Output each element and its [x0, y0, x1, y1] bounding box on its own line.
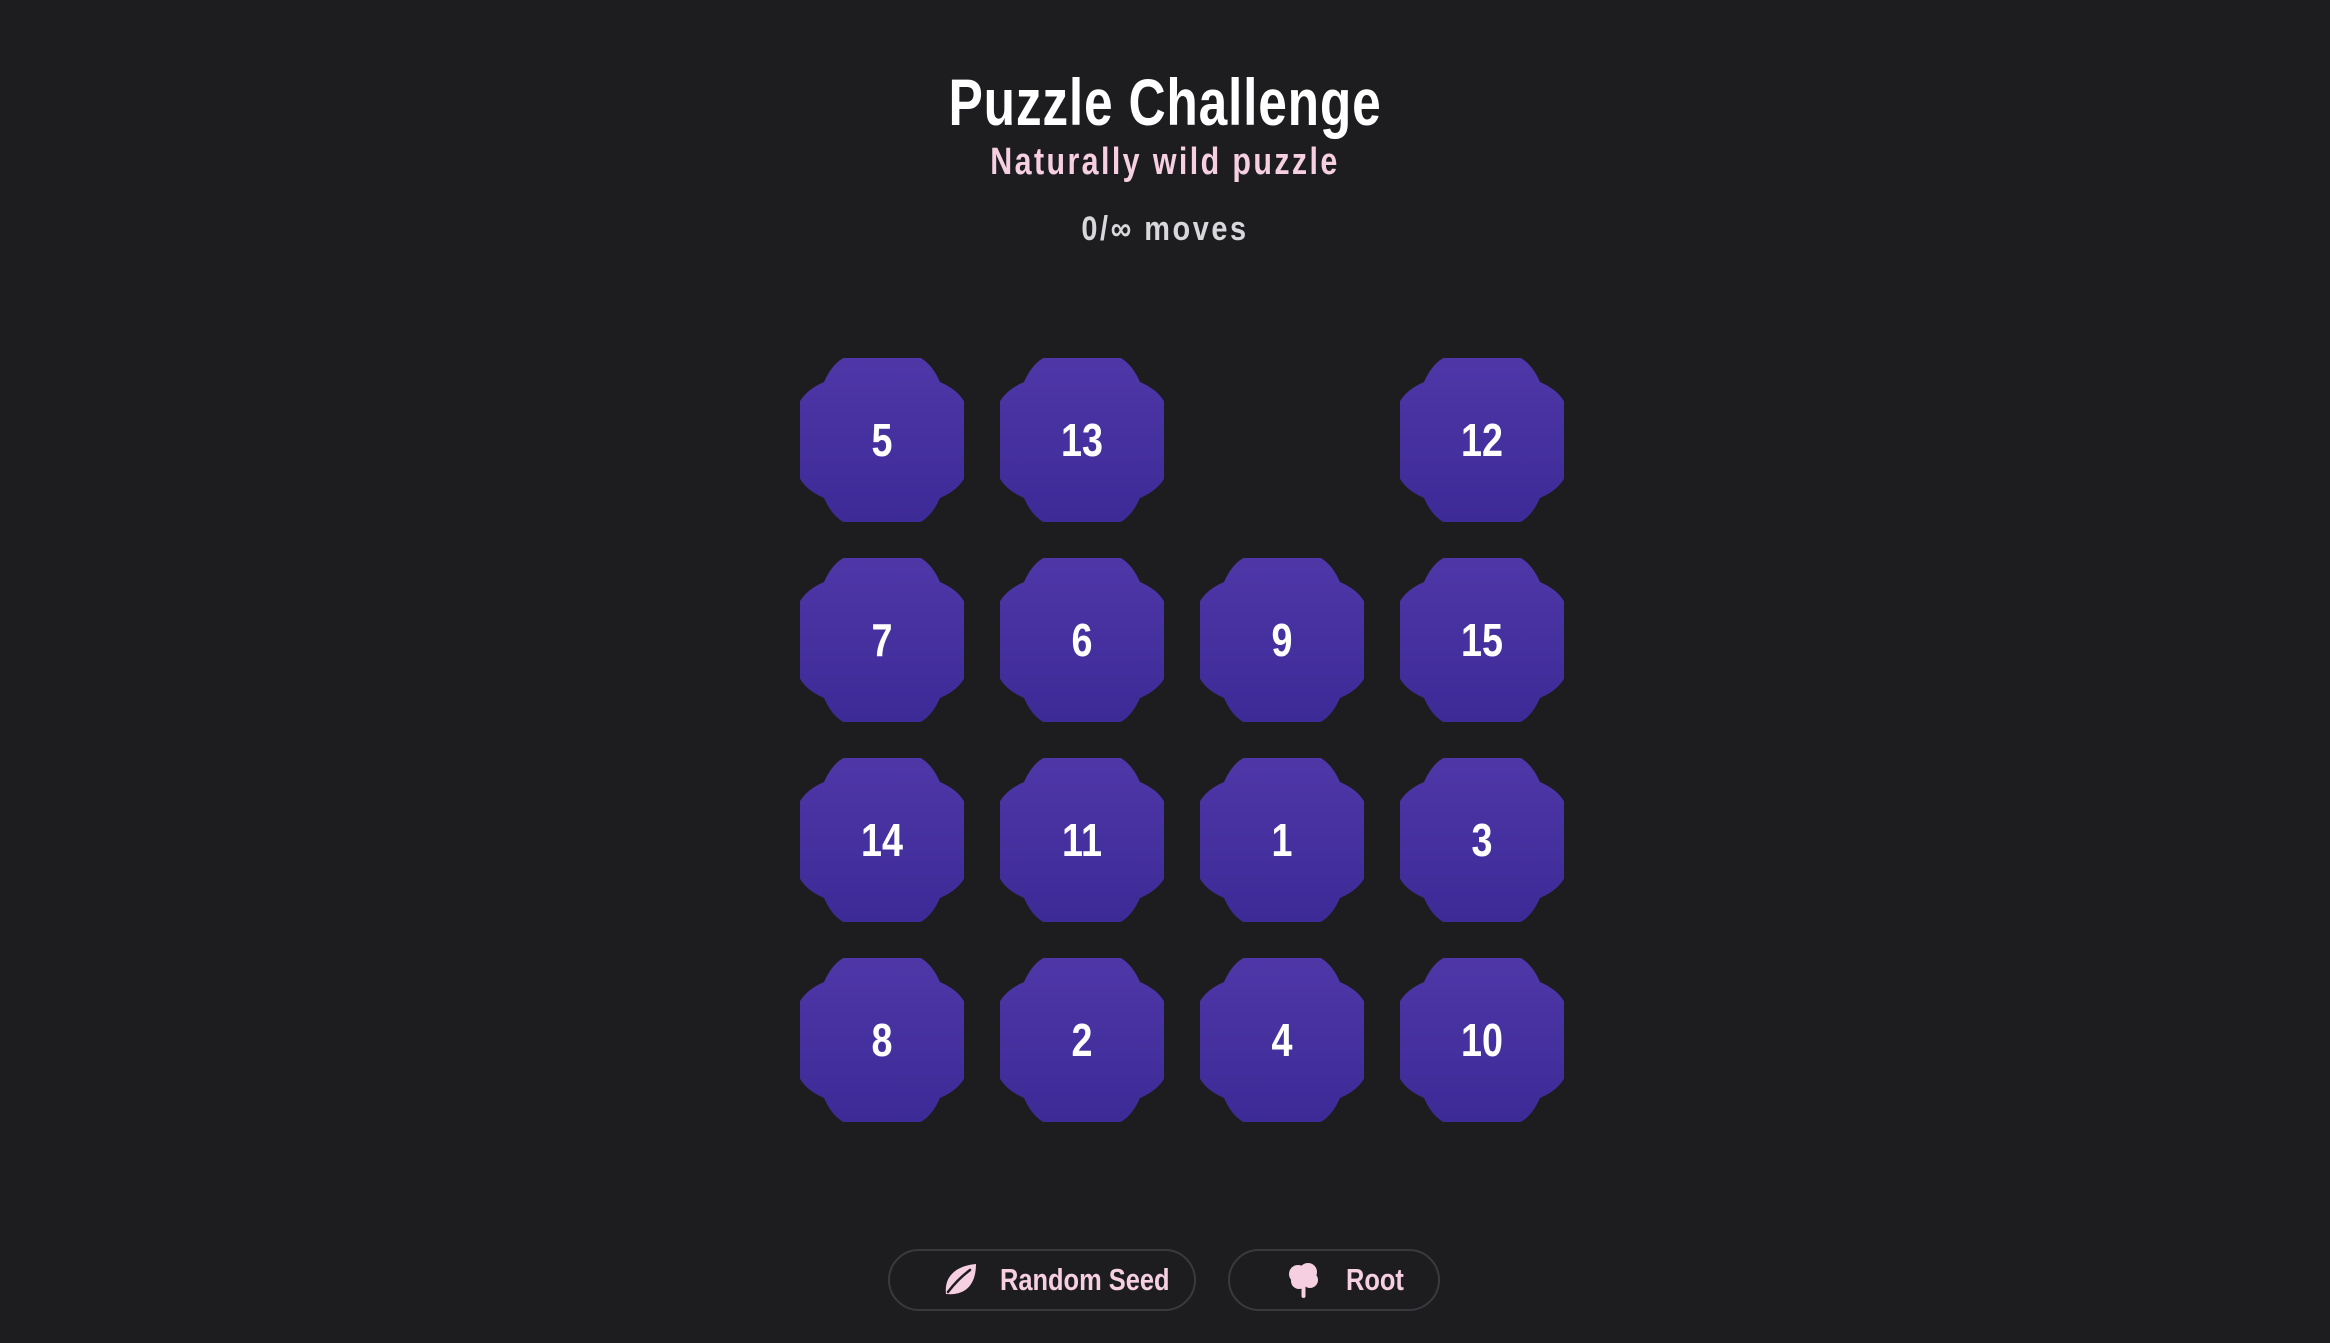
tile-number: 3	[1471, 814, 1493, 866]
puzzle-tile[interactable]: 2	[1000, 958, 1164, 1122]
tile-number: 4	[1271, 1014, 1293, 1066]
puzzle-tile[interactable]: 10	[1400, 958, 1564, 1122]
controls: Random Seed Root	[0, 1249, 2330, 1313]
puzzle-tile[interactable]: 9	[1200, 558, 1364, 722]
puzzle-tile[interactable]: 13	[1000, 358, 1164, 522]
puzzle-tile[interactable]: 1	[1200, 758, 1364, 922]
tile-number: 14	[861, 814, 903, 866]
empty-slot	[1200, 358, 1364, 522]
tile-number: 15	[1461, 614, 1503, 666]
header: Puzzle Challenge Naturally wild puzzle	[0, 62, 2330, 188]
tile-number: 9	[1271, 614, 1293, 666]
puzzle-board: 5 13 12 7 6 9 15 14 11 1 3 8 2 4 10	[782, 340, 1564, 1122]
tile-number: 8	[871, 1014, 893, 1066]
puzzle-tile[interactable]: 12	[1400, 358, 1564, 522]
tile-number: 12	[1461, 414, 1503, 466]
game-page: Puzzle Challenge Naturally wild puzzle 0…	[0, 0, 2330, 1343]
moves-counter: 0/∞ moves	[1081, 210, 1249, 248]
tile-number: 7	[871, 614, 893, 666]
tile-number: 10	[1461, 1014, 1503, 1066]
random-seed-button[interactable]: Random Seed	[888, 1249, 1196, 1311]
tile-number: 13	[1061, 414, 1103, 466]
root-label: Root	[1346, 1262, 1404, 1297]
tile-number: 6	[1071, 614, 1093, 666]
tile-number: 5	[871, 414, 893, 466]
tile-number: 1	[1271, 814, 1293, 866]
puzzle-tile[interactable]: 14	[800, 758, 964, 922]
root-button[interactable]: Root	[1228, 1249, 1440, 1311]
puzzle-tile[interactable]: 3	[1400, 758, 1564, 922]
puzzle-tile[interactable]: 4	[1200, 958, 1364, 1122]
puzzle-tile[interactable]: 8	[800, 958, 964, 1122]
tile-number: 11	[1062, 814, 1102, 866]
puzzle-tile[interactable]: 5	[800, 358, 964, 522]
random-seed-label: Random Seed	[1000, 1262, 1170, 1297]
tree-icon	[1284, 1260, 1324, 1300]
puzzle-tile[interactable]: 15	[1400, 558, 1564, 722]
puzzle-tile[interactable]: 6	[1000, 558, 1164, 722]
puzzle-tile[interactable]: 7	[800, 558, 964, 722]
page-title: Puzzle Challenge	[948, 65, 1382, 139]
tile-number: 2	[1071, 1014, 1093, 1066]
leaf-icon	[940, 1260, 980, 1300]
page-subtitle: Naturally wild puzzle	[990, 141, 1340, 183]
puzzle-tile[interactable]: 11	[1000, 758, 1164, 922]
